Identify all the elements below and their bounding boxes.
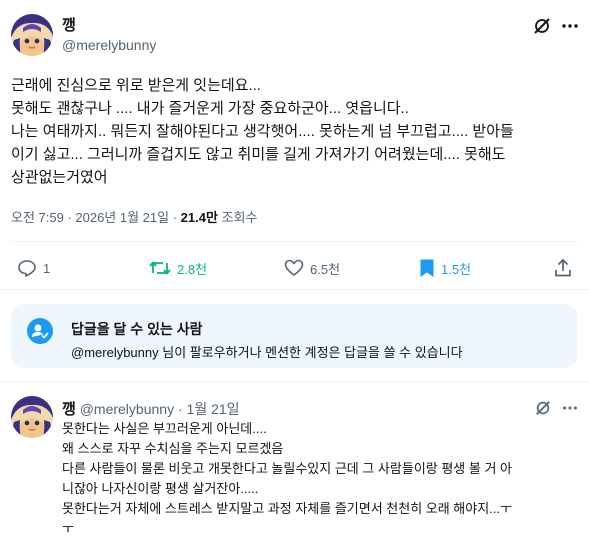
divider (0, 289, 589, 290)
reply-display-name[interactable]: 깽 (62, 401, 76, 418)
like-count: 6.5천 (310, 261, 341, 277)
post-line: 상관없는거였어 (11, 169, 108, 186)
bookmark-count: 1.5천 (441, 261, 472, 277)
reply-restriction-notice: 답글을 달 수 있는 사람 @merelybunny 님이 팔로우하거나 멘션한… (11, 304, 577, 368)
reply-button[interactable]: 1 (17, 258, 50, 278)
reply-line: 못한다는거 자체에 스트레스 받지말고 과정 자체를 즐기면서 천천히 오래 해… (62, 501, 512, 516)
avatar-image (11, 14, 53, 56)
share-button[interactable] (553, 258, 573, 278)
notice-description: @merelybunny 님이 팔로우하거나 멘션한 계정은 답글을 쓸 수 있… (71, 345, 463, 360)
post-line: 나는 여태까지.. 뭐든지 잘해야된다고 생각햇어.... 못하는게 넘 부끄럽… (11, 123, 514, 140)
reply-body: 못한다는 사실은 부끄러운게 아닌데.... 왜 스스로 자꾸 수치심을 주는지… (62, 419, 582, 539)
display-name[interactable]: 깽 (62, 14, 76, 35)
divider (0, 381, 589, 382)
share-icon (555, 258, 571, 277)
grok-icon[interactable] (532, 16, 552, 36)
person-check-icon (27, 318, 53, 344)
divider (11, 241, 578, 242)
views-count: 21.4만 (180, 210, 218, 225)
reply-line: 못한다는 사실은 부끄러운게 아닌데.... (62, 421, 267, 436)
post-line: 근래에 진심으로 위로 받은게 잇는데요... (11, 77, 261, 94)
reply-handle[interactable]: @merelybunny (80, 401, 174, 417)
handle[interactable]: @merelybunny (62, 37, 156, 53)
avatar-image (11, 396, 53, 438)
reply-separator: · (174, 401, 187, 417)
reply-more-icon[interactable] (561, 399, 579, 417)
timestamp[interactable]: 오전 7:59 · 2026년 1월 21일 · (11, 210, 181, 225)
post-line: 못해도 괜찮구나 .... 내가 즐거운게 가장 중요하군아... 엿읍니다.. (11, 100, 409, 117)
bookmark-icon (420, 259, 434, 277)
views-label: 조회수 (217, 210, 258, 225)
repost-button[interactable]: 2.8천 (149, 258, 207, 278)
reply-line: 다른 사람들이 물론 비웃고 개못한다고 놀릴수있지 근데 그 사람들이랑 평생… (62, 461, 512, 476)
like-button[interactable]: 6.5천 (284, 258, 340, 278)
bookmark-button[interactable]: 1.5천 (419, 258, 471, 278)
post-meta: 오전 7:59 · 2026년 1월 21일 · 21.4만 조회수 (11, 207, 257, 226)
reply-header: 깽 @merelybunny · 1월 21일 (62, 398, 240, 419)
repost-icon (149, 261, 171, 275)
heart-icon (284, 259, 304, 276)
reply-grok-icon[interactable] (534, 399, 552, 417)
reply-avatar[interactable] (11, 396, 53, 438)
notice-title: 답글을 달 수 있는 사람 (71, 321, 203, 337)
reply-icon (18, 260, 36, 277)
post-body: 근래에 진심으로 위로 받은게 잇는데요... 못해도 괜찮구나 .... 내가… (11, 74, 581, 189)
reply-date[interactable]: 1월 21일 (187, 401, 240, 417)
avatar[interactable] (11, 14, 53, 56)
more-icon[interactable] (560, 16, 580, 36)
reply-line: ㅜ (62, 521, 74, 536)
reply-line: 니잖아 나자신이랑 평생 살거잔아..... (62, 481, 259, 496)
reply-count: 1 (43, 260, 51, 276)
post-line: 이기 싫고... 그러니까 즐겁지도 않고 취미를 길게 가져가기 어려웠는데.… (11, 146, 506, 163)
reply-line: 왜 스스로 자꾸 수치심을 주는지 모르겠음 (62, 441, 284, 456)
repost-count: 2.8천 (177, 261, 208, 277)
